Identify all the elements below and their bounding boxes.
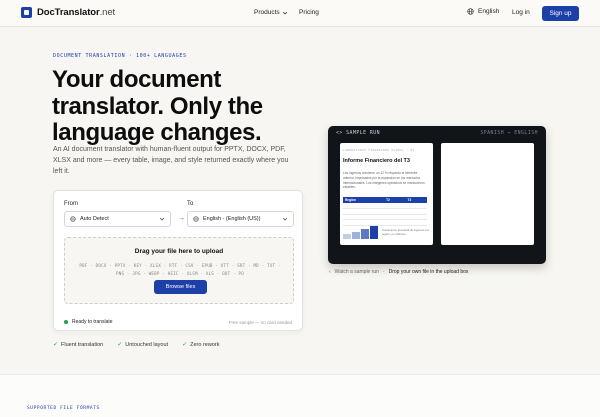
from-label: From xyxy=(64,201,78,207)
feature-label: Fluent translation xyxy=(61,341,104,348)
to-label: To xyxy=(187,201,194,207)
supported-formats-list: PDF · DOCX · PPTX · KEY · XLSX · RTF · C… xyxy=(77,262,283,277)
target-language-select[interactable]: English - (English (US)) xyxy=(187,211,294,227)
doc-mini-chart xyxy=(343,225,379,239)
doc-title: Informe Financiero del T3 xyxy=(343,158,410,164)
logo-icon xyxy=(21,7,32,18)
doc-body: Los ingresos crecieron un 12 % respecto … xyxy=(343,171,425,190)
file-dropzone[interactable]: Drag your file here to upload PDF · DOCX… xyxy=(64,237,294,304)
doc-chart-legend: Crecimiento trimestral de ingresos por r… xyxy=(382,228,430,236)
translated-document-preview xyxy=(441,143,534,245)
chevron-down-icon xyxy=(282,217,288,221)
dropzone-title: Drag your file here to upload xyxy=(134,248,224,255)
hero-subtitle: An AI document translator with human-flu… xyxy=(53,146,289,175)
feature-list: ✓ Fluent translation ✓ Untouched layout ✓ Z… xyxy=(53,341,220,349)
nav-pricing[interactable]: Pricing xyxy=(299,9,319,16)
hero-title: Your document translator. Only the langu… xyxy=(52,66,263,146)
feature-item: ✓ Zero rework xyxy=(182,341,220,349)
target-language-value: English - (English (US)) xyxy=(203,216,261,222)
login-link[interactable]: Log in xyxy=(512,9,530,16)
status-text: Ready to translate xyxy=(72,319,113,325)
check-icon: ✓ xyxy=(53,342,59,348)
caption-strong: Drop your own file in the upload box xyxy=(388,269,469,275)
globe-icon xyxy=(70,216,76,222)
check-icon: ✓ xyxy=(117,342,123,348)
source-language-select[interactable]: Auto Detect xyxy=(64,211,171,227)
chevron-down-icon xyxy=(282,11,287,14)
doc-table: Región T2 T3 xyxy=(343,197,427,226)
logo[interactable]: DocTranslator.net xyxy=(21,7,115,18)
mini-chart-bar xyxy=(361,229,369,239)
mini-chart-bar xyxy=(343,234,351,239)
feature-item: ✓ Fluent translation xyxy=(53,341,104,349)
status-indicator: Ready to translate xyxy=(64,319,113,325)
signup-button[interactable]: Sign up xyxy=(542,6,579,21)
sample-run-title: <> SAMPLE RUN xyxy=(336,131,381,136)
nav-products-label: Products xyxy=(254,9,280,16)
translator-card: From To Auto Detect → English - (English… xyxy=(53,190,303,331)
formats-line: PDF · DOCX · PPTX · KEY · XLSX · RTF · C… xyxy=(79,263,281,268)
check-icon: ✓ xyxy=(182,342,188,348)
sample-caption: ‹ Watch a sample run · Drop your own fil… xyxy=(329,269,469,275)
feature-label: Untouched layout xyxy=(125,341,169,348)
chevron-down-icon xyxy=(159,217,165,221)
doc-kicker: LABORATORIO FINANCIERO GLOBAL · Q3 xyxy=(343,148,415,152)
language-label: English xyxy=(478,8,500,15)
sample-run-languages: SPANISH → ENGLISH xyxy=(480,131,538,136)
feature-item: ✓ Untouched layout xyxy=(117,341,169,349)
globe-icon xyxy=(467,8,474,15)
supported-formats-heading: SUPPORTED FILE FORMATS xyxy=(27,406,100,411)
status-note: Free sample — no card needed xyxy=(228,320,292,325)
formats-line: PNG · JPG · WEBP · HEIC · XLSM · XLS · O… xyxy=(116,270,244,276)
nav-products[interactable]: Products xyxy=(254,9,288,16)
top-navbar: DocTranslator.net Products Pricing Engli… xyxy=(0,0,600,27)
feature-label: Zero rework xyxy=(190,341,220,348)
hero-eyebrow: DOCUMENT TRANSLATION · 100+ LANGUAGES xyxy=(53,53,187,59)
browse-files-button[interactable]: Browse files xyxy=(154,280,207,294)
arrow-right-icon: → xyxy=(178,215,185,222)
status-dot-icon xyxy=(64,320,68,324)
globe-icon xyxy=(193,216,199,222)
mini-chart-bar xyxy=(352,232,360,239)
sample-run-panel: <> SAMPLE RUN SPANISH → ENGLISH LABORATO… xyxy=(328,126,546,264)
caption-prefix: Watch a sample run xyxy=(334,269,379,275)
source-document-preview: LABORATORIO FINANCIERO GLOBAL · Q3 Infor… xyxy=(340,143,433,245)
source-language-value: Auto Detect xyxy=(80,216,109,222)
caption-arrow-icon: ‹ xyxy=(329,269,331,275)
language-selector[interactable]: English xyxy=(467,8,499,15)
logo-text: DocTranslator.net xyxy=(37,7,116,18)
mini-chart-bar xyxy=(370,226,378,239)
